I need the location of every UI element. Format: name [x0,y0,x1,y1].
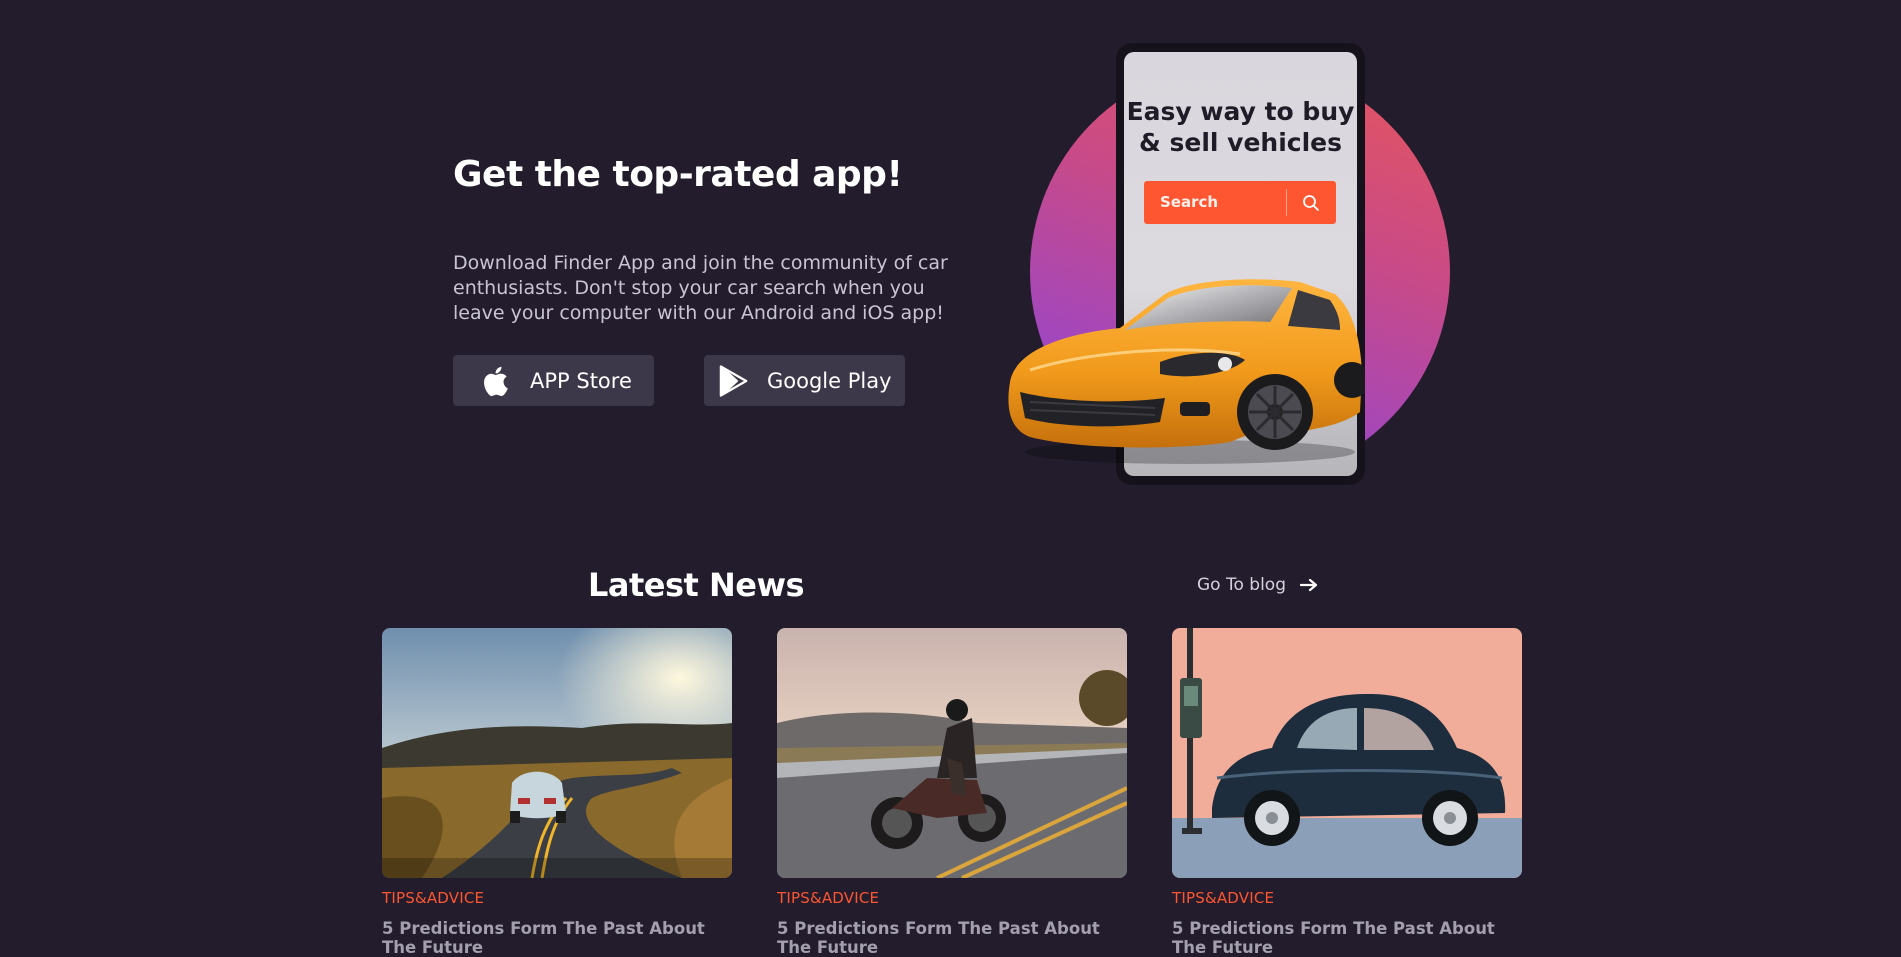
search-icon[interactable] [1302,194,1320,212]
arrow-right-icon [1299,578,1318,592]
apple-icon [482,365,512,397]
go-to-blog-label: Go To blog [1197,575,1286,595]
news-card[interactable]: TIPS&ADVICE 5 Predictions Form The Past … [382,628,732,957]
go-to-blog-link[interactable]: Go To blog [1197,575,1318,595]
google-play-button[interactable]: Google Play [704,355,905,406]
phone-search-placeholder: Search [1160,193,1219,211]
search-divider [1286,189,1287,216]
google-play-label: Google Play [767,368,892,393]
phone-headline: Easy way to buy & sell vehicles [1126,97,1355,157]
app-store-label: APP Store [530,368,632,393]
news-card-title[interactable]: 5 Predictions Form The Past About The Fu… [1172,919,1502,957]
news-card[interactable]: TIPS&ADVICE 5 Predictions Form The Past … [777,628,1127,957]
news-card[interactable]: TIPS&ADVICE 5 Predictions Form The Past … [1172,628,1522,957]
phone-search-bar[interactable]: Search [1144,181,1336,224]
news-card-image[interactable] [777,628,1127,878]
news-card-category[interactable]: TIPS&ADVICE [382,889,484,907]
news-section-title: Latest News [588,566,805,604]
news-card-title[interactable]: 5 Predictions Form The Past About The Fu… [382,919,712,957]
news-card-category[interactable]: TIPS&ADVICE [1172,889,1274,907]
promo-description: Download Finder App and join the communi… [453,252,948,324]
news-card-image[interactable] [1172,628,1522,878]
news-card-image[interactable] [382,628,732,878]
news-card-category[interactable]: TIPS&ADVICE [777,889,879,907]
app-store-button[interactable]: APP Store [453,355,654,406]
car-image [1008,279,1365,464]
news-card-title[interactable]: 5 Predictions Form The Past About The Fu… [777,919,1107,957]
promo-title: Get the top-rated app! [453,154,903,195]
google-play-icon [719,364,749,397]
